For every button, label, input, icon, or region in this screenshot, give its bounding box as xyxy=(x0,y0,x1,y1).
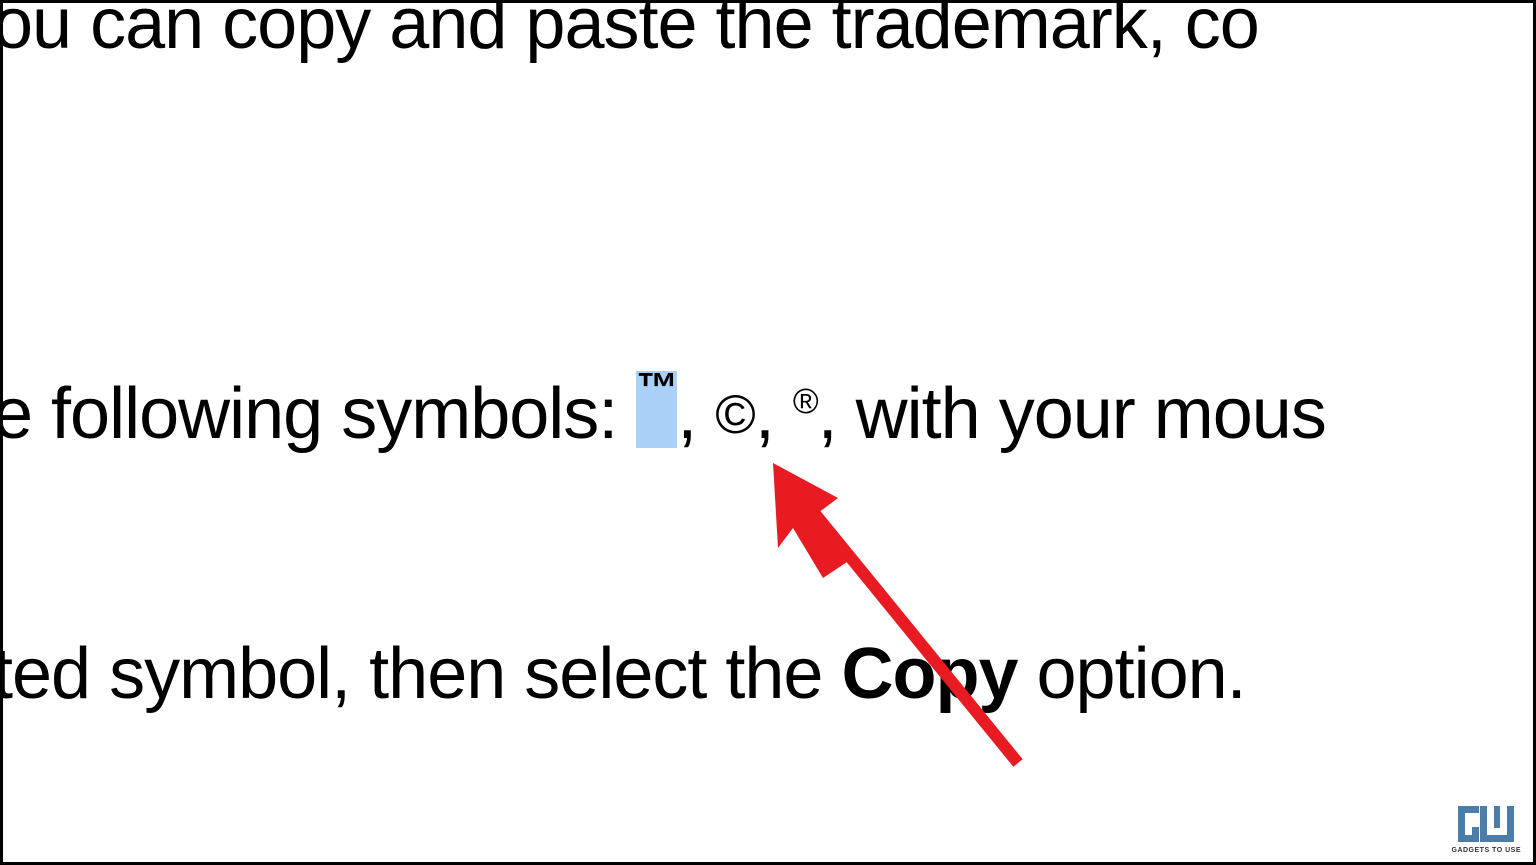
document-content: ou can copy and paste the trademark, co … xyxy=(3,3,1533,862)
line3-suffix: option. xyxy=(1017,634,1245,714)
trademark-symbol: ™ xyxy=(636,364,677,411)
line2-suffix: , with your mous xyxy=(818,374,1326,454)
line2-prefix: e following symbols: xyxy=(0,374,636,454)
copyright-symbol: © xyxy=(715,383,755,445)
watermark-logo: GADGETS TO USE xyxy=(1452,803,1522,854)
watermark-tagline: GADGETS TO USE xyxy=(1452,847,1522,854)
line2-comma2: , xyxy=(755,374,793,454)
text-line-2[interactable]: e following symbols: ™, ©, ®, with your … xyxy=(0,373,1326,455)
gu-logo-icon xyxy=(1455,803,1517,845)
registered-symbol: ® xyxy=(793,382,818,421)
highlighted-selection[interactable]: ™ xyxy=(636,371,677,448)
line3-prefix: ted symbol, then select the xyxy=(0,634,841,714)
text-line-3[interactable]: ted symbol, then select the Copy option. xyxy=(0,633,1246,715)
text-line-1[interactable]: ou can copy and paste the trademark, co xyxy=(0,0,1259,65)
line2-comma1: , xyxy=(677,374,715,454)
copy-bold-text: Copy xyxy=(841,634,1017,714)
